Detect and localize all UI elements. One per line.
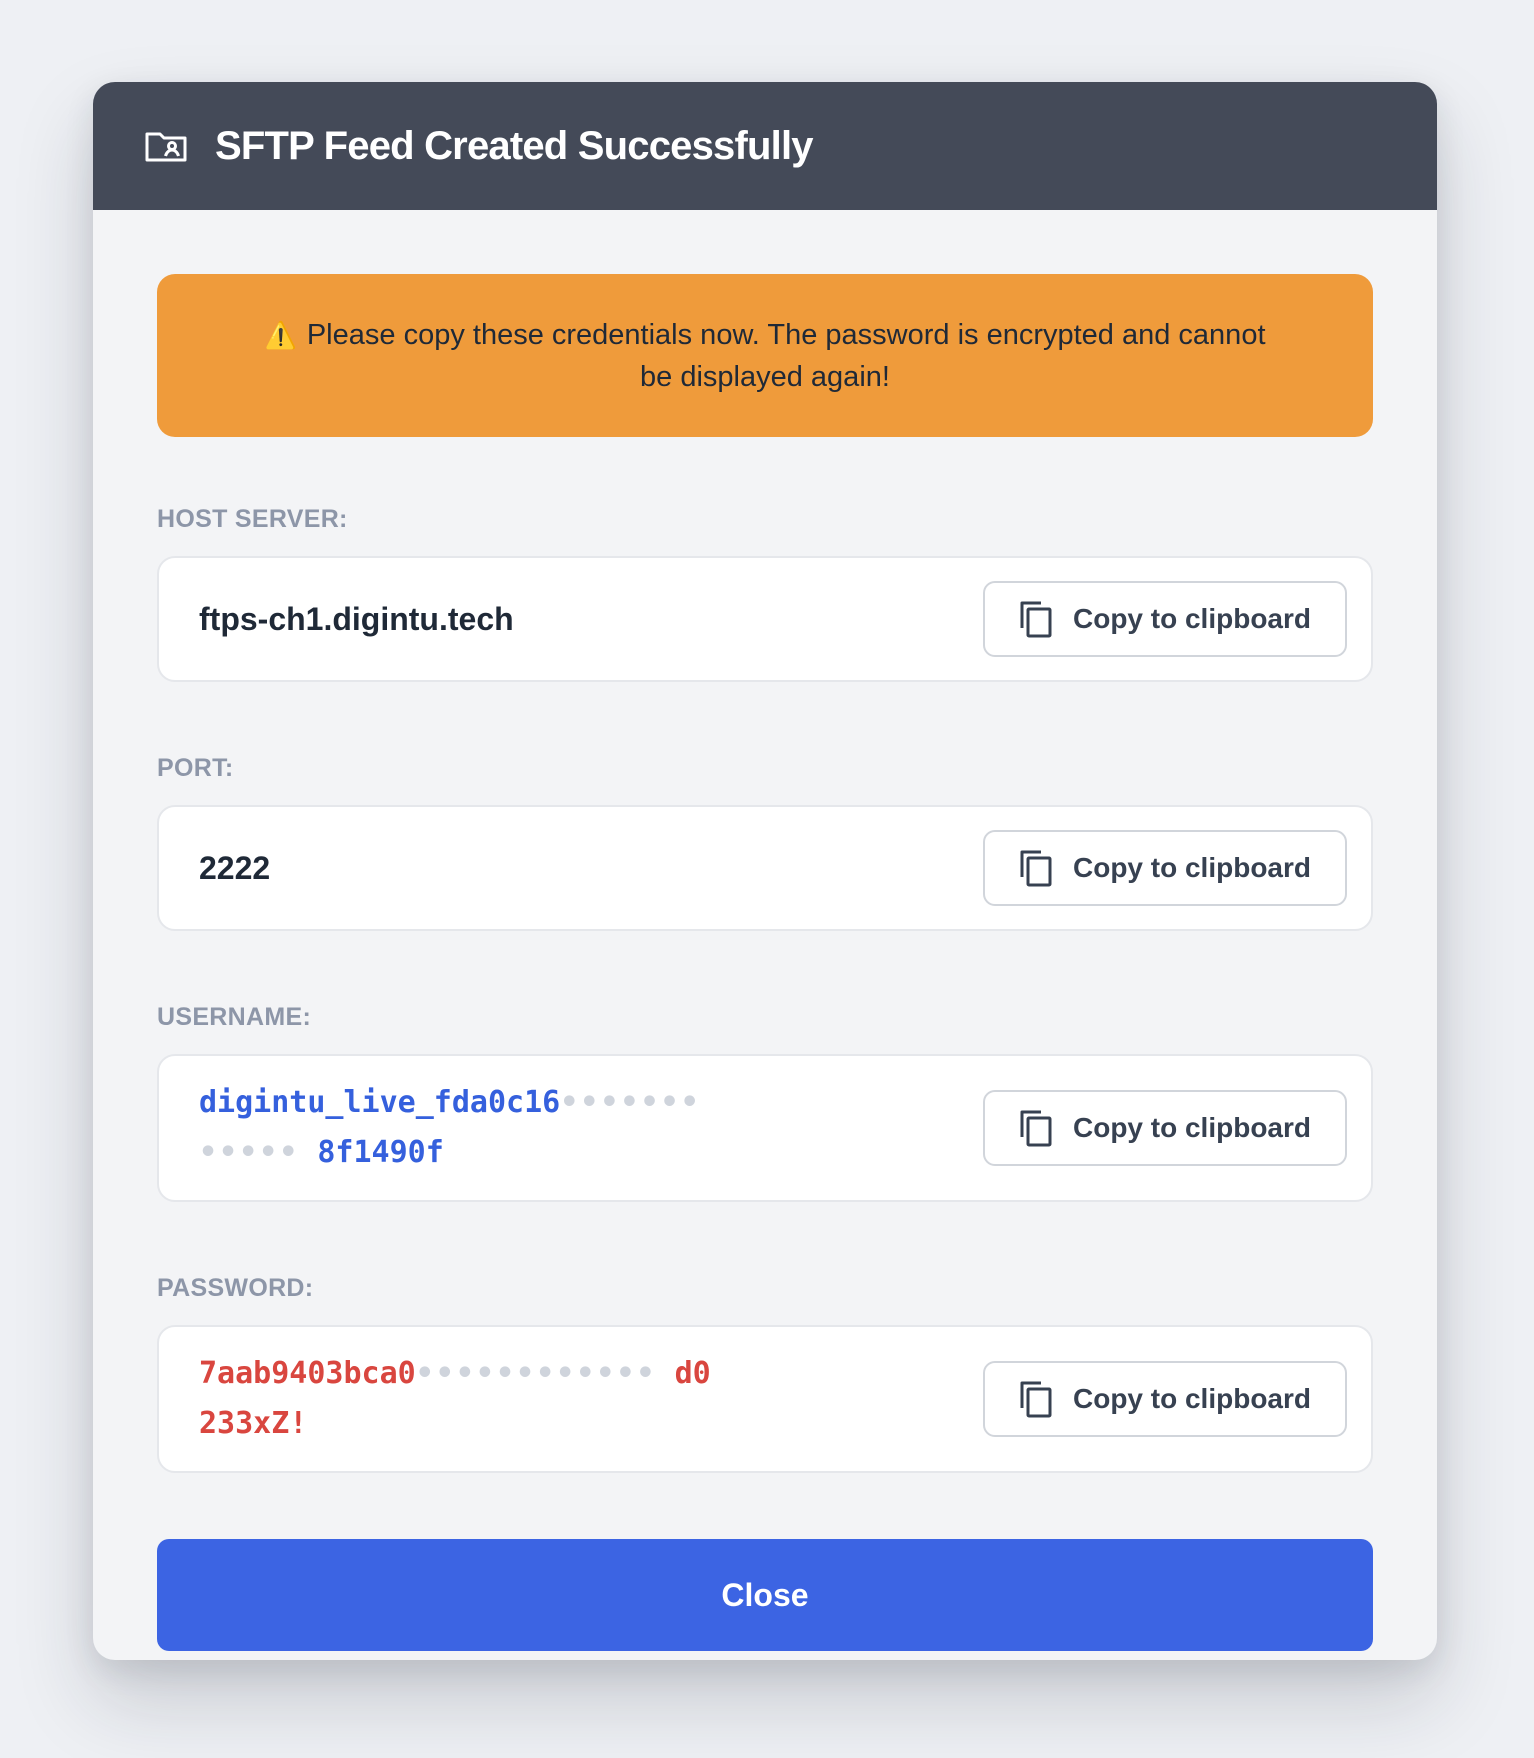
modal-body: ⚠️ Please copy these credentials now. The…	[93, 210, 1437, 1651]
copy-button-label: Copy to clipboard	[1073, 603, 1311, 634]
copy-button-label: Copy to clipboard	[1073, 852, 1311, 883]
copy-port-button[interactable]: Copy to clipboard	[983, 830, 1347, 906]
close-button[interactable]: Close	[157, 1539, 1373, 1651]
password-visible-mid: d0	[674, 1356, 711, 1391]
copy-button-label: Copy to clipboard	[1073, 1383, 1311, 1414]
password-value: 7aab9403bca0•••••••••••• d0 233xZ!	[199, 1349, 799, 1449]
port-value: 2222	[199, 849, 271, 886]
port-label: PORT:	[157, 754, 234, 782]
copy-host-button[interactable]: Copy to clipboard	[983, 581, 1347, 657]
username-label: USERNAME:	[157, 1003, 312, 1031]
warning-message: Please copy these credentials now. The p…	[306, 318, 1266, 393]
copy-username-button[interactable]: Copy to clipboard	[983, 1090, 1347, 1166]
copy-icon	[1019, 849, 1053, 887]
host-server-label: HOST SERVER:	[157, 505, 348, 533]
copy-icon	[1019, 1380, 1053, 1418]
warning-text: ⚠️ Please copy these credentials now. The…	[257, 314, 1273, 398]
password-visible-start: 7aab9403bca0	[199, 1356, 416, 1391]
modal-header: SFTP Feed Created Successfully	[93, 82, 1437, 210]
warning-banner: ⚠️ Please copy these credentials now. The…	[157, 274, 1373, 437]
username-visible-end: 8f1490f	[317, 1135, 444, 1170]
modal-title: SFTP Feed Created Successfully	[215, 123, 814, 168]
host-server-value: ftps-ch1.digintu.tech	[199, 600, 514, 637]
warning-icon: ⚠️	[264, 319, 297, 350]
folder-user-icon	[145, 130, 187, 162]
password-field: 7aab9403bca0•••••••••••• d0 233xZ! Copy …	[157, 1325, 1373, 1473]
password-label: PASSWORD:	[157, 1274, 314, 1302]
credentials-modal: SFTP Feed Created Successfully ⚠️ Please …	[93, 82, 1437, 1660]
username-mask: •••••••	[560, 1085, 701, 1120]
username-field: digintu_live_fda0c16••••••• ••••• 8f1490…	[157, 1054, 1373, 1202]
copy-password-button[interactable]: Copy to clipboard	[983, 1361, 1347, 1437]
copy-icon	[1019, 600, 1053, 638]
copy-button-label: Copy to clipboard	[1073, 1112, 1311, 1143]
port-field: 2222 Copy to clipboard	[157, 805, 1373, 931]
password-mask: ••••••••••••	[415, 1356, 657, 1391]
copy-icon	[1019, 1109, 1053, 1147]
username-value: digintu_live_fda0c16••••••• ••••• 8f1490…	[199, 1078, 799, 1178]
username-visible-start: digintu_live_fda0c16	[199, 1085, 561, 1120]
username-mask: •••••	[199, 1135, 300, 1170]
host-server-field: ftps-ch1.digintu.tech Copy to clipboard	[157, 556, 1373, 682]
password-visible-end: 233xZ!	[199, 1406, 308, 1441]
